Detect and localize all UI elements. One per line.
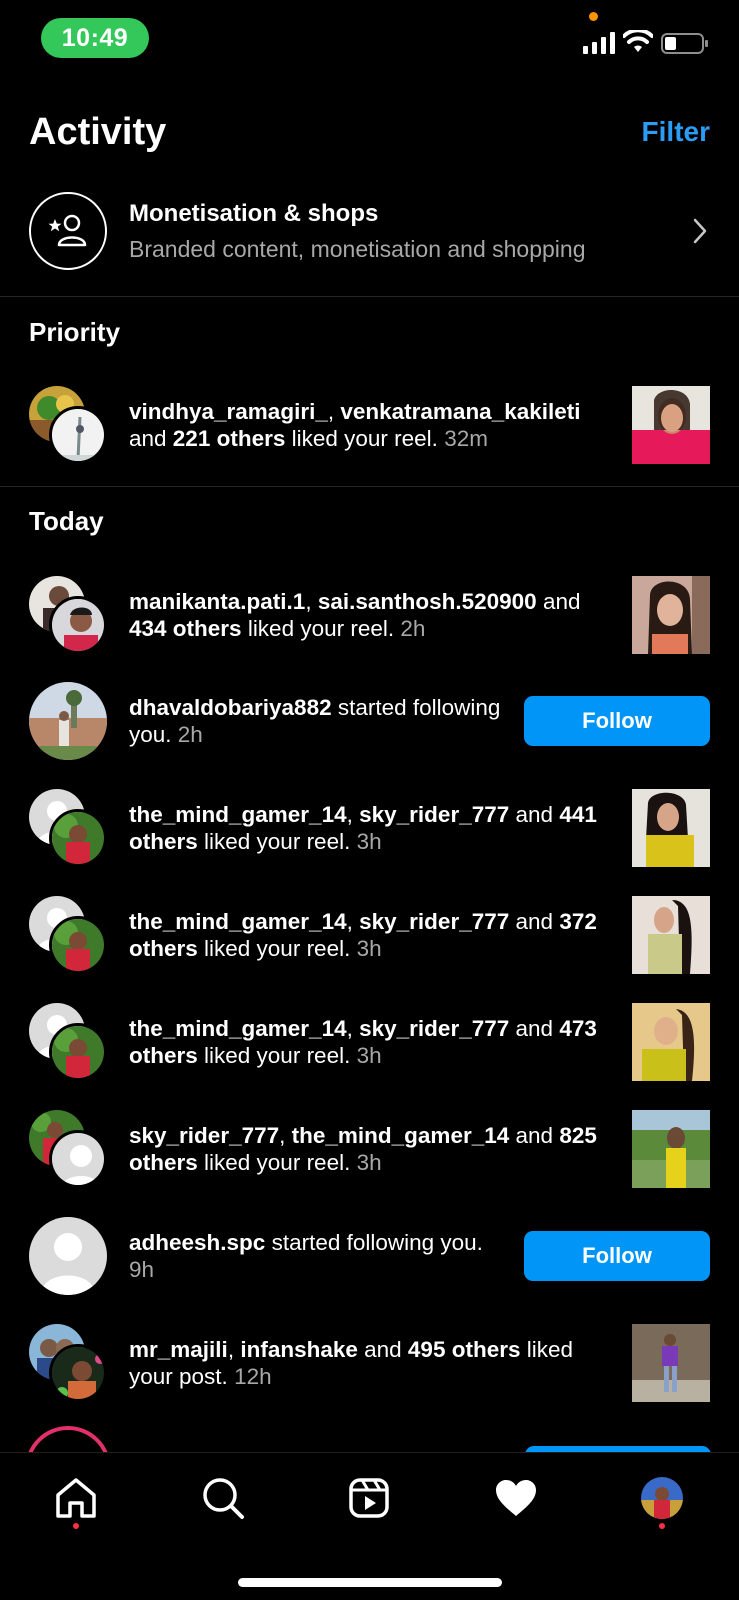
divider [0, 296, 739, 297]
home-icon [56, 1478, 96, 1518]
reel-thumbnail[interactable] [632, 789, 710, 867]
section-title-today: Today [29, 506, 104, 536]
avatar [49, 1130, 107, 1188]
stacked-avatars[interactable] [29, 1003, 107, 1081]
avatar [49, 916, 107, 974]
section-title-priority: Priority [29, 317, 121, 347]
heart-icon [496, 1480, 536, 1516]
avatar [29, 1217, 107, 1295]
stacked-avatars[interactable] [29, 789, 107, 867]
activity-row[interactable]: the_mind_gamer_14, sky_rider_777 and 441… [29, 788, 710, 868]
nav-home[interactable] [51, 1473, 101, 1523]
avatar [49, 596, 107, 654]
divider [0, 486, 739, 487]
home-indicator [238, 1578, 502, 1587]
activity-text: sky_rider_777, the_mind_gamer_14 and 825… [129, 1123, 597, 1175]
avatar [49, 1344, 107, 1402]
stacked-avatars[interactable] [29, 1217, 107, 1295]
stacked-avatars[interactable] [29, 682, 107, 760]
battery-icon [661, 33, 708, 54]
activity-row[interactable]: the_mind_gamer_14, sky_rider_777 and 473… [29, 1002, 710, 1082]
reel-thumbnail[interactable] [632, 1110, 710, 1188]
privacy-indicator-dot [589, 12, 598, 21]
avatar [29, 682, 107, 760]
activity-text: dhavaldobariya882 started following you.… [129, 695, 501, 747]
post-thumbnail[interactable] [632, 1324, 710, 1402]
activity-text: adheesh.spc started following you. 9h [129, 1230, 483, 1282]
page-title: Activity [29, 110, 167, 153]
stacked-avatars[interactable] [29, 1110, 107, 1188]
follow-button[interactable]: Follow [524, 696, 710, 746]
nav-reels[interactable] [344, 1473, 394, 1523]
person-star-icon [29, 192, 107, 270]
activity-text: the_mind_gamer_14, sky_rider_777 and 473… [129, 1016, 597, 1068]
notification-dot [73, 1523, 79, 1529]
signal-icon [583, 32, 615, 54]
activity-text: the_mind_gamer_14, sky_rider_777 and 441… [129, 802, 597, 854]
stacked-avatars[interactable] [29, 576, 107, 654]
activity-row[interactable]: sky_rider_777, the_mind_gamer_14 and 825… [29, 1109, 710, 1189]
activity-row[interactable]: the_mind_gamer_14, sky_rider_777 and 372… [29, 895, 710, 975]
chevron-right-icon [693, 218, 707, 244]
activity-text: the_mind_gamer_14, sky_rider_777 and 372… [129, 909, 597, 961]
avatar [49, 1023, 107, 1081]
stacked-avatars[interactable] [29, 1324, 107, 1402]
activity-row[interactable]: vindhya_ramagiri_, venkatramana_kakileti… [29, 385, 710, 465]
avatar [49, 406, 107, 464]
avatar [49, 809, 107, 867]
monetisation-row[interactable]: Monetisation & shops Branded content, mo… [29, 190, 710, 272]
search-icon [203, 1478, 244, 1519]
nav-search[interactable] [198, 1473, 248, 1523]
activity-row[interactable]: mr_majili, infanshake and 495 others lik… [29, 1323, 710, 1403]
activity-row[interactable]: dhavaldobariya882 started following you.… [29, 681, 710, 761]
status-time: 10:49 [41, 18, 149, 58]
activity-text: manikanta.pati.1, sai.santhosh.520900 an… [129, 589, 581, 641]
nav-activity[interactable] [491, 1473, 541, 1523]
monetisation-title: Monetisation & shops [129, 199, 379, 227]
wifi-icon [623, 30, 653, 52]
follow-button[interactable]: Follow [524, 1231, 710, 1281]
stacked-avatars[interactable] [29, 896, 107, 974]
filter-button[interactable]: Filter [642, 116, 710, 148]
activity-header: Activity Filter [29, 104, 710, 160]
monetisation-text: Monetisation & shops Branded content, mo… [129, 200, 690, 263]
activity-text: mr_majili, infanshake and 495 others lik… [129, 1337, 574, 1389]
monetisation-subtitle: Branded content, monetisation and shoppi… [129, 235, 586, 262]
status-bar: 10:49 [0, 0, 739, 80]
activity-row[interactable]: adheesh.spc started following you. 9h Fo… [29, 1216, 710, 1296]
activity-row[interactable]: manikanta.pati.1, sai.santhosh.520900 an… [29, 575, 710, 655]
stacked-avatars[interactable] [29, 386, 107, 464]
reel-thumbnail[interactable] [632, 896, 710, 974]
profile-avatar [641, 1477, 683, 1519]
reel-thumbnail[interactable] [632, 576, 710, 654]
reel-thumbnail[interactable] [632, 1003, 710, 1081]
reels-icon [349, 1478, 389, 1518]
reel-thumbnail[interactable] [632, 386, 710, 464]
nav-profile[interactable] [637, 1473, 687, 1523]
activity-text: vindhya_ramagiri_, venkatramana_kakileti… [129, 399, 581, 451]
notification-dot [659, 1523, 665, 1529]
